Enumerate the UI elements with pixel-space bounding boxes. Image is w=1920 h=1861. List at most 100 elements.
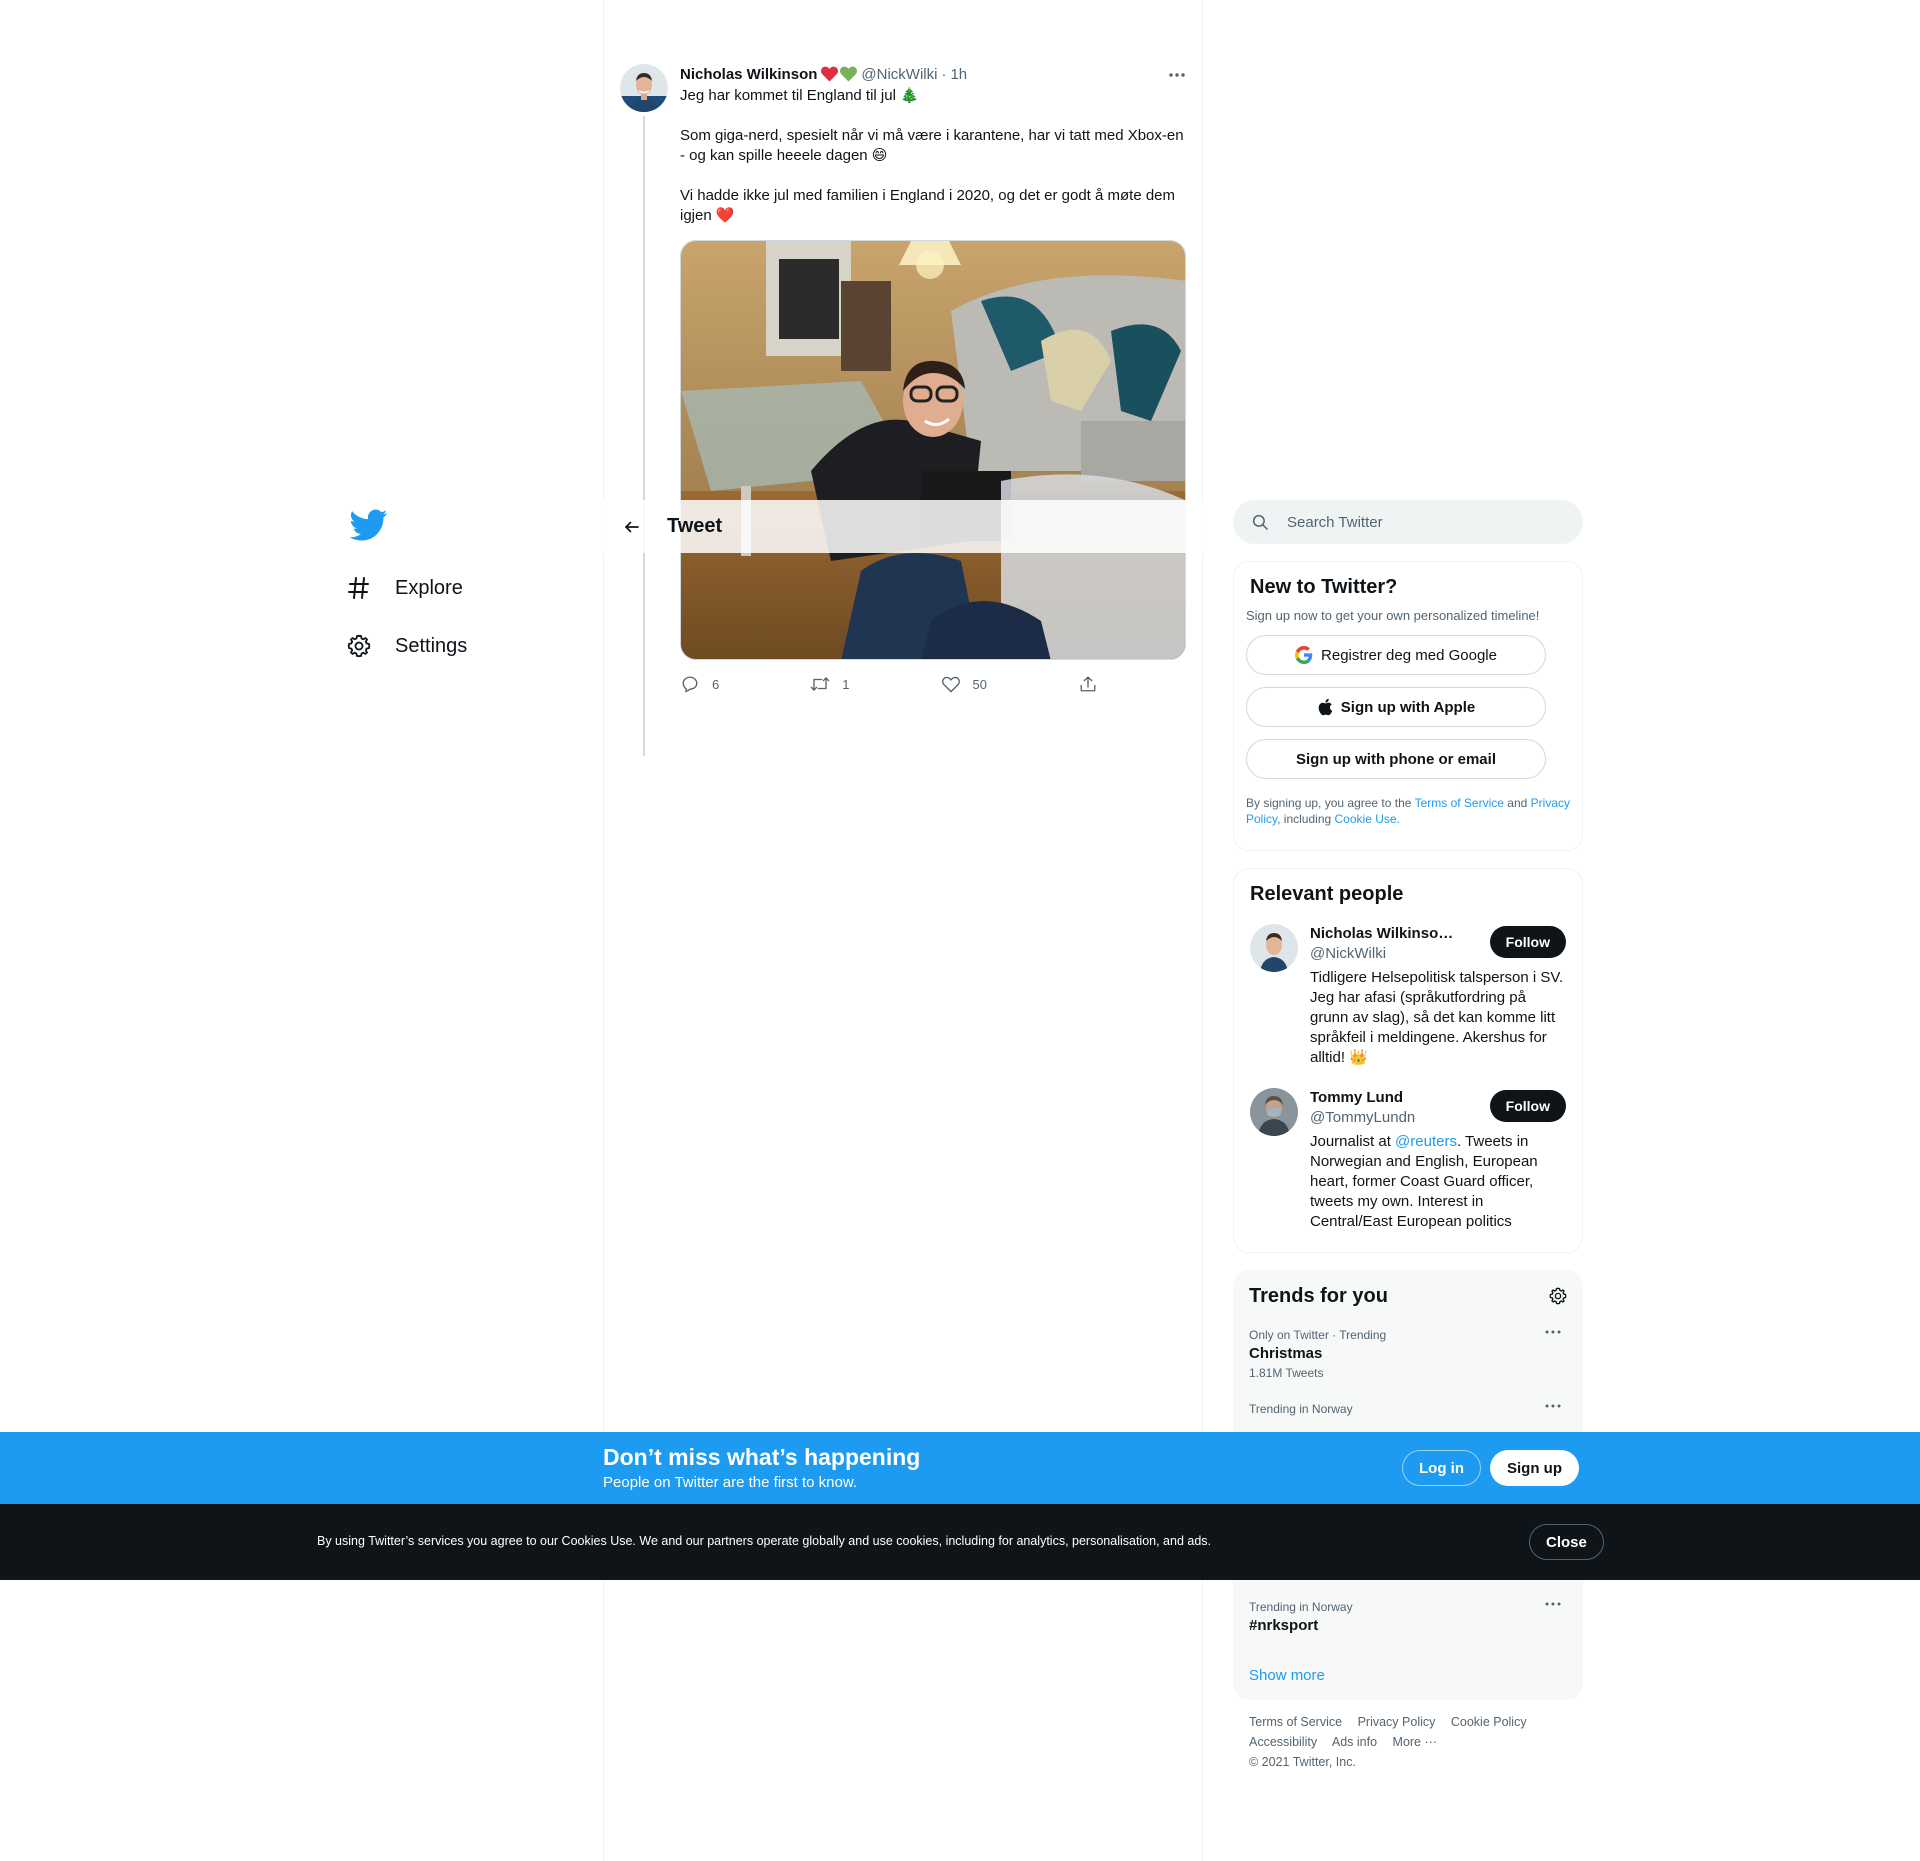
google-signup-button[interactable]: Registrer deg med Google <box>1246 635 1546 675</box>
thread-line <box>643 116 645 756</box>
follow-button[interactable]: Follow <box>1489 926 1566 958</box>
like-button[interactable]: 50 <box>941 674 987 694</box>
signup-banner: Don’t miss what’s happening People on Tw… <box>0 1432 1920 1504</box>
signup-button[interactable]: Sign up <box>1490 1450 1579 1486</box>
person-bio: Journalist at @reuters. Tweets in Norweg… <box>1310 1132 1566 1232</box>
page-title: Tweet <box>667 515 723 537</box>
signup-title: New to Twitter? <box>1250 576 1398 598</box>
right-sidebar: New to Twitter? Sign up now to get your … <box>1233 500 1583 1772</box>
author-handle[interactable]: @NickWilki <box>861 66 937 83</box>
search-icon <box>1252 514 1268 530</box>
phone-email-signup-label: Sign up with phone or email <box>1295 750 1496 768</box>
footer-cookie-link[interactable]: Cookie Policy <box>1451 1715 1527 1729</box>
arrow-left-icon <box>625 521 639 532</box>
gear-icon[interactable] <box>1549 1287 1567 1305</box>
trend-item[interactable]: Trending in Norway #nrksport <box>1249 1600 1567 1634</box>
banner-title: Don’t miss what’s happening <box>603 1444 921 1470</box>
footer: Terms of Service Privacy Policy Cookie P… <box>1233 1712 1583 1772</box>
cookie-banner: By using Twitter’s services you agree to… <box>0 1504 1920 1580</box>
signup-legal: By signing up, you agree to the Terms of… <box>1246 795 1570 827</box>
more-dots-icon[interactable] <box>1545 1330 1561 1334</box>
nav-settings[interactable]: Settings <box>345 617 595 675</box>
more-dots-icon[interactable] <box>1545 1404 1561 1408</box>
apple-signup-button[interactable]: Sign up with Apple <box>1246 687 1546 727</box>
person-item[interactable]: Tommy Lund @TommyLundn Journalist at @re… <box>1250 1088 1566 1232</box>
nav-explore-label: Explore <box>395 576 463 599</box>
tweet-paragraph: Jeg har kommet til England til jul 🎄 <box>680 87 919 104</box>
red-heart-icon <box>821 66 839 82</box>
author-name[interactable]: Nicholas Wilkinson <box>680 66 817 83</box>
footer-accessibility-link[interactable]: Accessibility <box>1249 1735 1317 1749</box>
person-name[interactable]: Tommy Lund <box>1310 1088 1460 1108</box>
nav-settings-label: Settings <box>395 634 468 657</box>
avatar[interactable] <box>1250 1088 1298 1136</box>
reply-button[interactable]: 6 <box>680 674 719 694</box>
search-input[interactable] <box>1287 513 1547 531</box>
trend-item[interactable]: Only on Twitter · Trending Christmas 1.8… <box>1249 1328 1567 1380</box>
tweet-header: Nicholas Wilkinson @NickWilki · 1h <box>680 64 1188 84</box>
retweet-button[interactable]: 1 <box>810 674 849 694</box>
heart-icon <box>941 674 961 694</box>
person-bio: Tidligere Helsepolitisk talsperson i SV.… <box>1310 969 1564 1066</box>
terms-link[interactable]: Terms of Service <box>1415 796 1504 810</box>
footer-more-link[interactable]: More ··· <box>1393 1735 1437 1749</box>
trend-count: 1.81M Tweets <box>1249 1366 1324 1380</box>
trend-name: #nrksport <box>1249 1617 1319 1634</box>
more-dots-icon[interactable] <box>1545 1602 1561 1606</box>
more-dots-icon <box>1169 73 1185 77</box>
left-nav: Explore Settings <box>345 506 595 675</box>
person-item[interactable]: Nicholas Wilkinson ... @NickWilki Tidlig… <box>1250 924 1566 1068</box>
reply-count: 6 <box>712 676 720 692</box>
login-button[interactable]: Log in <box>1402 1450 1481 1486</box>
trends-header: Trends for you <box>1249 1282 1567 1310</box>
tweet-paragraph: Som giga-nerd, spesielt når vi må være i… <box>680 127 1184 164</box>
copyright: © 2021 Twitter, Inc. <box>1249 1755 1356 1769</box>
tweet-time[interactable]: 1h <box>950 66 967 83</box>
retweet-icon <box>810 674 830 694</box>
cookie-text: By using Twitter’s services you agree to… <box>317 1534 1212 1548</box>
cookie-use-link[interactable]: Cookie Use. <box>1335 812 1400 826</box>
apple-icon <box>1317 698 1333 716</box>
apple-signup-label: Sign up with Apple <box>1340 698 1476 716</box>
bio-prefix: Journalist at <box>1310 1133 1396 1150</box>
follow-button[interactable]: Follow <box>1489 1090 1566 1122</box>
footer-terms-link[interactable]: Terms of Service <box>1249 1715 1342 1729</box>
twitter-logo-icon[interactable] <box>350 506 388 544</box>
tweet-body: Nicholas Wilkinson @NickWilki · 1h Jeg h… <box>680 64 1188 694</box>
search-box[interactable] <box>1233 500 1583 544</box>
name-emojis <box>821 66 858 82</box>
legal-and: and <box>1507 796 1528 810</box>
avatar[interactable] <box>1250 924 1298 972</box>
page-header: Tweet <box>603 500 1203 553</box>
signup-subtitle: Sign up now to get your own personalized… <box>1246 608 1540 623</box>
gear-icon <box>345 632 373 660</box>
tweet-photo[interactable] <box>680 240 1186 660</box>
footer-ads-link[interactable]: Ads info <box>1332 1735 1377 1749</box>
tweet-paragraph: Vi hadde ikke jul med familien i England… <box>680 187 1176 224</box>
footer-row: Accessibility Ads info More ··· <box>1249 1732 1583 1752</box>
author-avatar[interactable] <box>620 64 668 112</box>
main-column: Nicholas Wilkinson @NickWilki · 1h Jeg h… <box>603 0 1203 1861</box>
show-more-link[interactable]: Show more <box>1249 1667 1325 1684</box>
tweet-more-button[interactable] <box>1166 64 1188 86</box>
trend-name: Christmas <box>1249 1345 1323 1362</box>
person-name[interactable]: Nicholas Wilkinson ... <box>1310 924 1460 944</box>
separator-dot: · <box>941 65 947 83</box>
phone-email-signup-button[interactable]: Sign up with phone or email <box>1246 739 1546 779</box>
trend-meta: Trending in Norway <box>1249 1402 1353 1416</box>
nav-explore[interactable]: Explore <box>345 559 595 617</box>
tweet-text: Jeg har kommet til England til jul 🎄 Som… <box>680 86 1188 226</box>
cookie-close-button[interactable]: Close <box>1529 1524 1604 1560</box>
footer-privacy-link[interactable]: Privacy Policy <box>1358 1715 1436 1729</box>
trend-item[interactable]: Trending in Norway <box>1249 1402 1567 1416</box>
legal-including: , including <box>1277 812 1332 826</box>
trends-title: Trends for you <box>1249 1284 1388 1307</box>
like-count: 50 <box>972 676 987 692</box>
back-button[interactable] <box>615 510 649 544</box>
share-button[interactable] <box>1078 674 1110 694</box>
reuters-link[interactable]: @reuters <box>1395 1133 1457 1150</box>
trend-meta: Only on Twitter · Trending <box>1249 1328 1387 1342</box>
signup-card: New to Twitter? Sign up now to get your … <box>1233 561 1583 851</box>
footer-row: Terms of Service Privacy Policy Cookie P… <box>1249 1712 1583 1732</box>
banner-text: Don’t miss what’s happening People on Tw… <box>603 1444 920 1491</box>
